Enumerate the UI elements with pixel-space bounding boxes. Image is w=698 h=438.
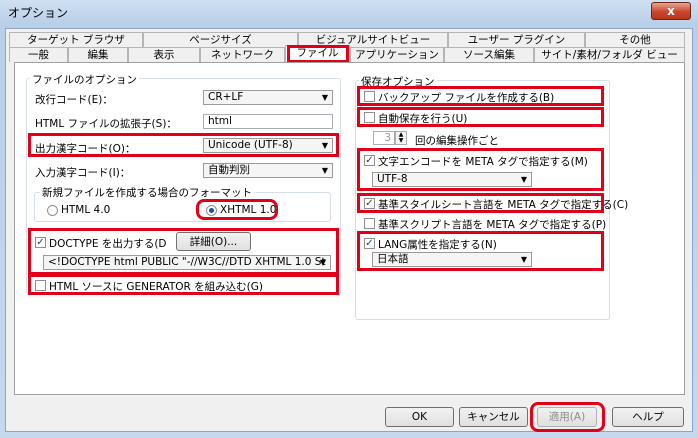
edit-count-label: 回の編集操作ごと bbox=[415, 135, 499, 147]
in-charset-label: 入力漢字コード(I)： bbox=[35, 167, 131, 179]
file-options-label: ファイルのオプション bbox=[30, 72, 139, 87]
highlight-autosave bbox=[357, 107, 604, 127]
in-charset-value: 自動判別 bbox=[208, 164, 250, 176]
highlight-generator bbox=[28, 274, 339, 295]
highlight-backup bbox=[357, 86, 604, 106]
highlight-out-charset bbox=[28, 133, 339, 157]
close-button[interactable]: x bbox=[651, 2, 691, 20]
format-label: 新規ファイルを作成する場合のフォーマット bbox=[40, 185, 254, 200]
title-bar: オプション x bbox=[0, 0, 698, 26]
tab-page-size[interactable]: ページサイズ bbox=[143, 32, 298, 47]
highlight-file-tab bbox=[287, 45, 349, 63]
edit-count-input[interactable]: 3 bbox=[373, 131, 395, 145]
newline-select[interactable]: CR+LF ▼ bbox=[203, 90, 333, 105]
tab-application[interactable]: アプリケーション bbox=[350, 47, 444, 62]
chevron-down-icon: ▼ bbox=[321, 93, 328, 102]
options-window: オプション x ターゲット ブラウザ ページサイズ ビジュアルサイトビュー ユー… bbox=[0, 0, 698, 438]
highlight-xhtml bbox=[196, 199, 278, 220]
edit-count-spinner[interactable]: ▲ ▼ bbox=[395, 131, 407, 145]
html4-radio[interactable] bbox=[47, 205, 58, 216]
tab-source-edit[interactable]: ソース編集 bbox=[444, 47, 534, 62]
highlight-doctype bbox=[28, 228, 339, 275]
chevron-down-icon: ▼ bbox=[321, 166, 328, 175]
newline-value: CR+LF bbox=[208, 91, 244, 103]
newline-label: 改行コード(E)： bbox=[35, 94, 113, 106]
highlight-style-lang bbox=[357, 193, 604, 213]
tab-network[interactable]: ネットワーク bbox=[200, 47, 285, 62]
ext-input[interactable]: html bbox=[203, 114, 333, 129]
highlight-lang-attr bbox=[357, 231, 604, 271]
highlight-meta-charset bbox=[357, 148, 604, 191]
tab-other[interactable]: その他 bbox=[585, 32, 685, 47]
spin-down-icon: ▼ bbox=[398, 137, 404, 144]
html4-label: HTML 4.0 bbox=[61, 204, 111, 216]
help-button[interactable]: ヘルプ bbox=[612, 407, 684, 427]
in-charset-select[interactable]: 自動判別 ▼ bbox=[203, 163, 333, 178]
tab-display[interactable]: 表示 bbox=[128, 47, 200, 62]
tab-general[interactable]: 一般 bbox=[9, 47, 68, 62]
tab-user-plugin[interactable]: ユーザー プラグイン bbox=[448, 32, 585, 47]
ok-button[interactable]: OK bbox=[385, 407, 454, 427]
tab-edit[interactable]: 編集 bbox=[68, 47, 128, 62]
ext-label: HTML ファイルの拡張子(S)： bbox=[35, 118, 177, 130]
script-lang-label: 基準スクリプト言語を META タグで指定する(P) bbox=[378, 219, 607, 231]
cancel-button[interactable]: キャンセル bbox=[459, 407, 528, 427]
tab-site-asset-folder-view[interactable]: サイト/素材/フォルダ ビュー bbox=[534, 47, 685, 62]
script-lang-checkbox[interactable] bbox=[364, 218, 375, 229]
tab-target-browser[interactable]: ターゲット ブラウザ bbox=[9, 32, 143, 47]
window-title: オプション bbox=[8, 6, 69, 20]
highlight-apply bbox=[530, 402, 605, 432]
